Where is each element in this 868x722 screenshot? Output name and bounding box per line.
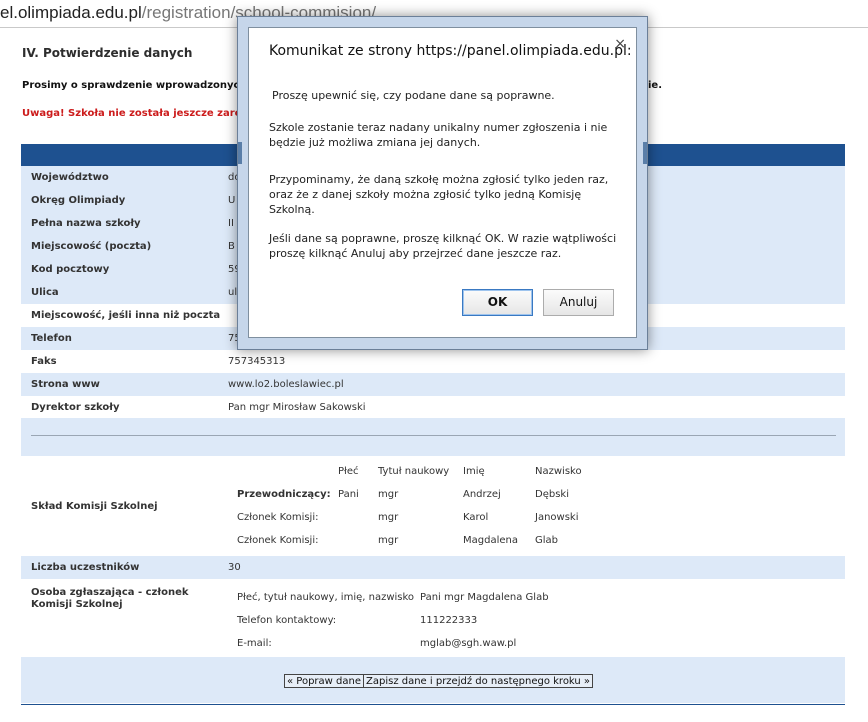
field-label: Płeć, tytuł naukowy, imię, nazwisko bbox=[237, 592, 415, 603]
row-value: ul bbox=[228, 287, 238, 298]
row-label: Pełna nazwa szkoły bbox=[31, 218, 141, 229]
intro-text: Prosimy o sprawdzenie wprowadzonych dan bbox=[22, 80, 272, 91]
confirm-dialog: Komunikat ze strony https://panel.olimpi… bbox=[248, 27, 637, 338]
intro-text-tail: ie. bbox=[648, 80, 663, 91]
separator-row bbox=[21, 418, 845, 456]
row-label: Faks bbox=[31, 356, 57, 367]
commission-section: Skład Komisji Szkolnej Płeć Tytuł naukow… bbox=[21, 456, 845, 556]
row-value: II bbox=[228, 218, 234, 229]
row-value: 757345313 bbox=[228, 356, 286, 367]
row-value: U bbox=[228, 195, 236, 206]
close-icon[interactable]: × bbox=[614, 36, 626, 52]
header-nazwisko: Nazwisko bbox=[535, 466, 582, 477]
dialog-paragraph: Jeśli dane są poprawne, proszę kilknąć O… bbox=[269, 232, 617, 260]
table-row: Strona www www.lo2.boleslawiec.pl bbox=[21, 373, 845, 396]
bottom-divider bbox=[21, 704, 845, 705]
warning-text: Uwaga! Szkoła nie została jeszcze zareje… bbox=[22, 108, 237, 119]
member-role: Członek Komisji: bbox=[237, 512, 319, 523]
url-host: el.olimpiada.edu.pl bbox=[0, 3, 142, 22]
dialog-paragraph: Przypominamy, że daną szkołę można zgłos… bbox=[269, 173, 609, 216]
member-role: Przewodniczący: bbox=[237, 489, 331, 500]
ok-button[interactable]: OK bbox=[462, 289, 533, 316]
header-imie: Imię bbox=[463, 466, 485, 477]
member-tytul: mgr bbox=[378, 535, 399, 546]
row-label: Telefon bbox=[31, 333, 72, 344]
member-role: Członek Komisji: bbox=[237, 535, 319, 546]
row-label: Kod pocztowy bbox=[31, 264, 110, 275]
save-next-button[interactable]: Zapisz dane i przejdź do następnego krok… bbox=[363, 674, 594, 688]
row-label: Województwo bbox=[31, 172, 109, 183]
member-nazwisko: Janowski bbox=[535, 512, 579, 523]
dialog-paragraph: Proszę upewnić się, czy podane dane są p… bbox=[272, 89, 555, 102]
row-label: Okręg Olimpiady bbox=[31, 195, 126, 206]
dialog-paragraph: Szkole zostanie teraz nadany unikalny nu… bbox=[269, 121, 608, 149]
row-label: Liczba uczestników bbox=[31, 562, 140, 573]
frame-edge-mark bbox=[238, 142, 242, 164]
table-row: Faks 757345313 bbox=[21, 350, 845, 373]
reporter-section: Osoba zgłaszająca - członek Komisji Szko… bbox=[21, 579, 845, 657]
back-button[interactable]: « Popraw dane bbox=[284, 674, 364, 688]
member-tytul: mgr bbox=[378, 489, 399, 500]
field-label: Telefon kontaktowy: bbox=[237, 615, 337, 626]
form-button-bar: « Popraw dane Zapisz dane i przejdź do n… bbox=[21, 657, 845, 703]
reporter-label: Osoba zgłaszająca - członek Komisji Szko… bbox=[31, 587, 189, 610]
divider bbox=[31, 435, 836, 436]
row-label: Miejscowość, jeśli inna niż poczta bbox=[31, 310, 221, 321]
cancel-button[interactable]: Anuluj bbox=[543, 289, 614, 316]
row-label: Dyrektor szkoły bbox=[31, 402, 120, 413]
row-value: B bbox=[228, 241, 235, 252]
field-value: 111222333 bbox=[420, 615, 478, 626]
field-value: mglab@sgh.waw.pl bbox=[420, 638, 517, 649]
participants-row: Liczba uczestników 30 bbox=[21, 556, 845, 579]
row-label: Ulica bbox=[31, 287, 59, 298]
member-tytul: mgr bbox=[378, 512, 399, 523]
row-value: Pan mgr Mirosław Sakowski bbox=[228, 402, 366, 413]
dialog-title: Komunikat ze strony https://panel.olimpi… bbox=[269, 43, 632, 59]
commission-label: Skład Komisji Szkolnej bbox=[31, 501, 158, 512]
field-value: Pani mgr Magdalena Glab bbox=[420, 592, 549, 603]
member-nazwisko: Glab bbox=[535, 535, 559, 546]
row-value: 30 bbox=[228, 562, 241, 573]
member-imie: Magdalena bbox=[463, 535, 518, 546]
row-label: Miejscowość (poczta) bbox=[31, 241, 152, 252]
member-imie: Andrzej bbox=[463, 489, 501, 500]
field-label: E-mail: bbox=[237, 638, 272, 649]
row-label: Strona www bbox=[31, 379, 100, 390]
member-plec: Pani bbox=[338, 489, 359, 500]
section-title: IV. Potwierdzenie danych bbox=[22, 46, 193, 60]
frame-edge-mark bbox=[643, 142, 647, 164]
table-row: Dyrektor szkoły Pan mgr Mirosław Sakowski bbox=[21, 396, 845, 419]
row-value: www.lo2.boleslawiec.pl bbox=[228, 379, 344, 390]
member-imie: Karol bbox=[463, 512, 489, 523]
header-plec: Płeć bbox=[338, 466, 359, 477]
member-nazwisko: Dębski bbox=[535, 489, 569, 500]
header-tytul: Tytuł naukowy bbox=[378, 466, 450, 477]
